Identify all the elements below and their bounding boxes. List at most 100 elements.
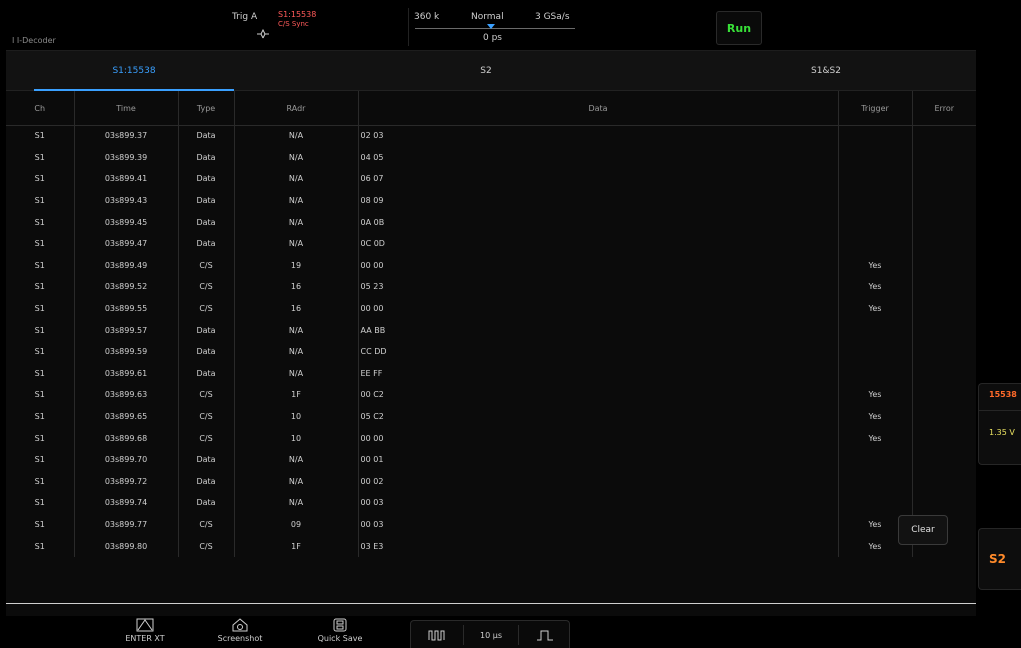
cell-time: 03s899.39 — [74, 146, 179, 169]
cell-type: C/S — [178, 254, 235, 277]
trigger-position-marker-icon[interactable] — [487, 24, 495, 29]
cell-error — [912, 125, 976, 147]
quick-save-button[interactable]: Quick Save — [305, 616, 375, 648]
tab-s2[interactable]: S2 — [386, 51, 586, 91]
table-row[interactable]: S1 03s899.59 Data N/A CC DD — [6, 340, 976, 363]
cell-trigger — [838, 189, 913, 212]
compressed-pulse-icon — [428, 630, 445, 641]
enter-xt-button[interactable]: ENTER XT — [110, 616, 180, 648]
cell-trigger — [838, 448, 913, 471]
cell-type: Data — [178, 146, 235, 169]
tab-s1-s2[interactable]: S1&S2 — [726, 51, 926, 91]
table-row[interactable]: S1 03s899.80 C/S 1F 03 E3 Yes — [6, 535, 976, 557]
clear-button[interactable]: Clear — [898, 515, 948, 545]
top-bar: I I-Decoder Trig A S1:15538 C/S Sync 360… — [0, 0, 1021, 50]
table-row[interactable]: S1 03s899.72 Data N/A 00 02 — [6, 470, 976, 493]
table-row[interactable]: S1 03s899.55 C/S 16 00 00 Yes — [6, 297, 976, 320]
cell-time: 03s899.61 — [74, 362, 179, 385]
trigger-panel[interactable]: Trig A S1:15538 C/S Sync — [226, 8, 386, 44]
timebase-control: 10 µs — [410, 620, 570, 648]
cell-error — [912, 211, 976, 233]
column-header[interactable]: Type — [178, 91, 235, 125]
cell-radr: N/A — [234, 492, 359, 514]
table-row[interactable]: S1 03s899.65 C/S 10 05 C2 Yes — [6, 405, 976, 428]
cell-type: Data — [178, 362, 235, 385]
cell-radr: 19 — [234, 254, 359, 277]
screenshot-button[interactable]: Screenshot — [205, 616, 275, 648]
cell-data: 05 C2 — [358, 405, 839, 428]
column-header[interactable]: Ch — [6, 91, 75, 125]
cell-error — [912, 427, 976, 449]
cell-channel: S1 — [6, 492, 75, 514]
cell-channel: S1 — [6, 448, 75, 471]
cell-type: C/S — [178, 513, 235, 536]
cell-trigger — [838, 211, 913, 233]
column-header[interactable]: Time — [74, 91, 179, 125]
table-row[interactable]: S1 03s899.61 Data N/A EE FF — [6, 362, 976, 385]
column-header[interactable]: Error — [912, 91, 976, 125]
table-row[interactable]: S1 03s899.63 C/S 1F 00 C2 Yes — [6, 384, 976, 406]
column-header[interactable]: RAdr — [234, 91, 359, 125]
cell-type: Data — [178, 319, 235, 341]
cell-channel: S1 — [6, 189, 75, 212]
cell-type: Data — [178, 470, 235, 493]
cell-type: Data — [178, 448, 235, 471]
cell-radr: 10 — [234, 427, 359, 449]
table-row[interactable]: S1 03s899.41 Data N/A 06 07 — [6, 168, 976, 190]
s2-bus-button[interactable]: S2 — [978, 528, 1021, 590]
cell-type: Data — [178, 340, 235, 363]
cell-data: 00 03 — [358, 492, 839, 514]
cell-data: 00 00 — [358, 427, 839, 449]
tab-s1[interactable]: S1:15538 — [34, 51, 234, 91]
cell-error — [912, 471, 976, 493]
cell-type: Data — [178, 125, 235, 147]
cell-channel: S1 — [6, 405, 75, 428]
cell-trigger: Yes — [838, 254, 913, 277]
cell-type: C/S — [178, 384, 235, 406]
cell-trigger — [838, 319, 913, 341]
cell-trigger: Yes — [838, 405, 913, 428]
cell-radr: N/A — [234, 362, 359, 385]
table-row[interactable]: S1 03s899.47 Data N/A 0C 0D — [6, 232, 976, 255]
table-row[interactable]: S1 03s899.52 C/S 16 05 23 Yes — [6, 276, 976, 298]
table-row[interactable]: S1 03s899.49 C/S 19 00 00 Yes — [6, 254, 976, 277]
acquisition-panel[interactable]: 360 k Normal 3 GSa/s 0 ps — [408, 8, 580, 46]
table-row[interactable]: S1 03s899.74 Data N/A 00 03 — [6, 492, 976, 514]
acquisition-mode: Normal — [471, 12, 504, 22]
table-row[interactable]: S1 03s899.39 Data N/A 04 05 — [6, 146, 976, 169]
timebase-decrease-button[interactable] — [411, 621, 463, 648]
threshold-voltage: 1.35 V — [989, 428, 1015, 437]
screenshot-icon — [232, 618, 248, 632]
frame-count: 15538 — [989, 390, 1017, 399]
bottom-toolbar: ENTER XT Screenshot Quick Save 10 µs — [0, 616, 1021, 648]
cell-type: C/S — [178, 276, 235, 298]
cell-radr: N/A — [234, 189, 359, 212]
cell-time: 03s899.72 — [74, 470, 179, 493]
column-header[interactable]: Trigger — [838, 91, 913, 125]
cell-time: 03s899.80 — [74, 535, 179, 557]
header-separator — [6, 125, 976, 126]
table-row[interactable]: S1 03s899.57 Data N/A AA BB — [6, 319, 976, 341]
screenshot-label: Screenshot — [217, 634, 263, 643]
cell-radr: 1F — [234, 535, 359, 557]
table-row[interactable]: S1 03s899.70 Data N/A 00 01 — [6, 448, 976, 471]
cell-radr: 1F — [234, 384, 359, 406]
cell-error — [912, 384, 976, 406]
table-row[interactable]: S1 03s899.77 C/S 09 00 03 Yes — [6, 513, 976, 536]
column-header[interactable]: Data — [358, 91, 839, 125]
table-row[interactable]: S1 03s899.68 C/S 10 00 00 Yes — [6, 427, 976, 449]
cell-channel: S1 — [6, 232, 75, 255]
cell-error — [912, 298, 976, 320]
cell-time: 03s899.43 — [74, 189, 179, 212]
measurement-widget[interactable]: 15538 1.35 V — [978, 383, 1021, 465]
table-row[interactable]: S1 03s899.45 Data N/A 0A 0B — [6, 211, 976, 233]
cell-type: C/S — [178, 427, 235, 449]
table-row[interactable]: S1 03s899.37 Data N/A 02 03 — [6, 125, 976, 147]
cell-radr: N/A — [234, 470, 359, 493]
cell-type: Data — [178, 168, 235, 190]
table-row[interactable]: S1 03s899.43 Data N/A 08 09 — [6, 189, 976, 212]
cell-time: 03s899.63 — [74, 384, 179, 406]
run-stop-button[interactable]: Run — [716, 11, 762, 45]
cell-time: 03s899.70 — [74, 448, 179, 471]
timebase-increase-button[interactable] — [519, 621, 571, 648]
